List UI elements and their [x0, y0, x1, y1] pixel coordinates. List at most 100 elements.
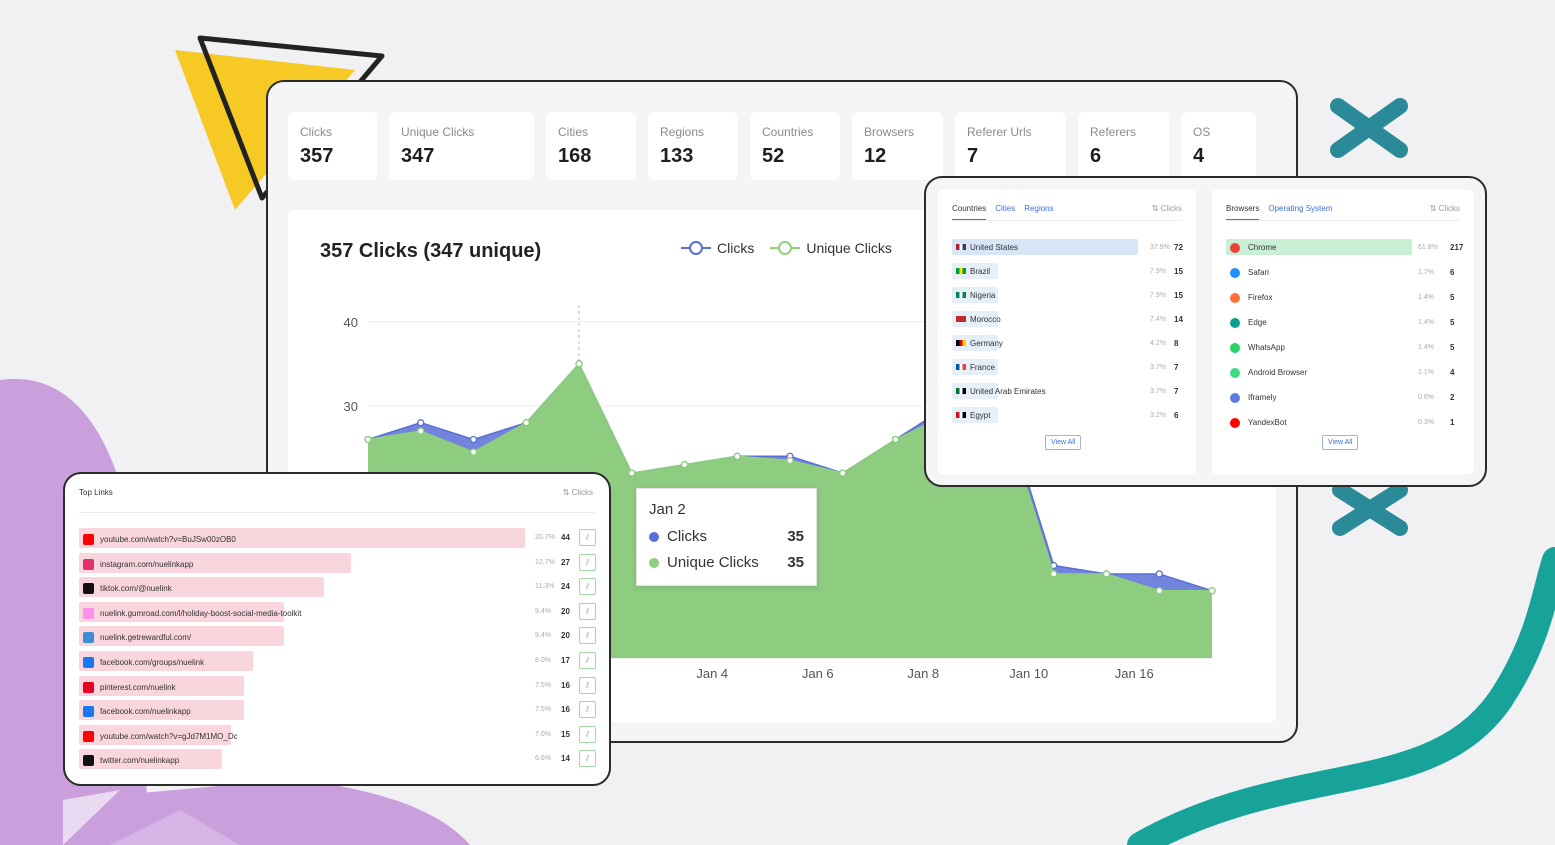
edge-icon — [1230, 317, 1240, 328]
top-link-row[interactable]: tiktok.com/@nuelink 11.3% 24 ⫽ — [79, 577, 599, 598]
link-stats-button[interactable]: ⫽ — [579, 652, 596, 669]
x-tick-label: Jan 8 — [907, 666, 939, 681]
whatsapp-icon — [1230, 342, 1240, 353]
flag-icon — [956, 364, 966, 370]
link-site-icon — [83, 583, 94, 595]
data-point — [1102, 570, 1111, 578]
stat-value: 6 — [1090, 145, 1102, 167]
country-name: United Arab Emirates — [970, 386, 1046, 396]
stats-row: Clicks 357 Unique Clicks 347 Cities 168 Region… — [288, 112, 1256, 180]
tab-regions[interactable]: Regions — [1024, 204, 1053, 213]
country-row[interactable]: Brazil 7.9% 15 — [952, 259, 1183, 283]
countries-sort[interactable]: ⇅ Clicks — [1152, 204, 1182, 213]
country-row[interactable]: United States 37.9% 72 — [952, 235, 1183, 259]
countries-view-all-button[interactable]: View All — [1045, 435, 1082, 450]
tooltip-unique-dot-icon — [649, 557, 659, 568]
stat-label: Browsers — [864, 125, 915, 139]
browser-row[interactable]: Chrome 61.8% 217 — [1226, 235, 1463, 260]
browsers-card: Browsers Operating System ⇅ Clicks Chrom… — [1212, 190, 1474, 474]
top-links-sort[interactable]: ⇅ Clicks — [563, 488, 593, 497]
country-row[interactable]: Nigeria 7.9% 15 — [952, 283, 1183, 307]
top-link-row[interactable]: facebook.com/groups/nuelink 8.0% 17 ⫽ — [79, 651, 599, 671]
chrome-icon — [1230, 242, 1240, 253]
browser-row[interactable]: Edge 1.4% 5 — [1226, 310, 1460, 335]
top-link-url: nuelink.getrewardful.com/ — [100, 633, 192, 643]
flag-icon — [956, 340, 966, 346]
countries-card-header: Countries Cities Regions ⇅ Clicks — [952, 204, 1182, 221]
link-stats-button[interactable]: ⫽ — [579, 553, 596, 571]
browser-name: Edge — [1248, 318, 1267, 327]
browser-row[interactable]: YandexBot 0.3% 1 — [1226, 410, 1460, 435]
browser-percent: 61.8% — [1418, 244, 1438, 251]
stat-card-browsers: Browsers 12 — [852, 112, 943, 180]
y-tick-label: 30 — [344, 399, 358, 414]
data-point — [575, 360, 583, 368]
link-stats-button[interactable]: ⫽ — [579, 701, 596, 719]
tab-countries[interactable]: Countries — [952, 204, 987, 220]
link-stats-button[interactable]: ⫽ — [579, 676, 596, 694]
browser-row[interactable]: WhatsApp 1.4% 5 — [1226, 335, 1460, 360]
browser-count: 4 — [1450, 368, 1455, 377]
country-row[interactable]: Germany 4.2% 8 — [952, 331, 1182, 355]
firefox-icon — [1230, 292, 1240, 303]
browser-row[interactable]: Firefox 1.4% 5 — [1226, 285, 1460, 310]
stat-label: Cities — [558, 125, 589, 139]
link-site-icon — [83, 755, 94, 767]
stat-label: Referers — [1090, 125, 1137, 139]
chart-tooltip: Jan 2 Clicks 35 Unique Clicks 35 — [636, 488, 817, 586]
country-percent: 7.9% — [1150, 291, 1166, 299]
country-count: 14 — [1174, 314, 1183, 324]
browser-row[interactable]: Iframely 0.6% 2 — [1226, 385, 1460, 410]
browser-row[interactable]: Safari 1.7% 6 — [1226, 260, 1460, 285]
stat-value: 4 — [1193, 145, 1205, 167]
browsers-view-all-button[interactable]: View All — [1322, 435, 1359, 450]
link-stats-button[interactable]: ⫽ — [579, 725, 596, 743]
link-stats-button[interactable]: ⫽ — [579, 602, 596, 620]
data-point — [786, 456, 794, 465]
data-point — [469, 448, 478, 456]
stat-label: Referer Urls — [967, 125, 1032, 139]
tab-browsers[interactable]: Browsers — [1226, 204, 1260, 220]
country-row[interactable]: Morocco 7.4% 14 — [952, 307, 1183, 331]
top-link-count: 14 — [561, 754, 570, 764]
top-link-url: youtube.com/watch?v=BuJSw00zOB0 — [100, 535, 236, 544]
sort-icon: ⇅ — [1429, 204, 1439, 213]
top-link-count: 44 — [561, 533, 570, 542]
tab-operating-system[interactable]: Operating System — [1268, 204, 1332, 213]
link-stats-button[interactable]: ⫽ — [579, 750, 596, 768]
flag-icon — [956, 292, 966, 298]
top-link-row[interactable]: pinterest.com/nuelink 7.5% 16 ⫽ — [79, 675, 599, 696]
top-link-row[interactable]: instagram.com/nuelinkapp 12.7% 27 ⫽ — [79, 552, 599, 573]
country-count: 15 — [1174, 290, 1183, 300]
data-point — [891, 435, 900, 444]
top-link-percent: 12.7% — [535, 558, 555, 566]
link-stats-button[interactable]: ⫽ — [579, 627, 596, 645]
browsers-sort-label: Clicks — [1438, 204, 1460, 213]
country-row[interactable]: France 3.7% 7 — [952, 355, 1182, 379]
top-links-window: Top Links ⇅ Clicks youtube.com/watch?v=B… — [63, 472, 611, 786]
top-link-row[interactable]: nuelink.gumroad.com/l/holiday-boost-soci… — [79, 601, 599, 622]
country-row[interactable]: United Arab Emirates 3.7% 7 — [952, 379, 1182, 403]
link-stats-button[interactable]: ⫽ — [579, 578, 596, 596]
top-link-percent: 20.7% — [535, 534, 555, 541]
link-stats-button[interactable]: ⫽ — [579, 529, 596, 546]
stat-label: Countries — [762, 125, 814, 139]
sort-icon: ⇅ — [562, 488, 572, 497]
browsers-sort[interactable]: ⇅ Clicks — [1430, 204, 1460, 213]
top-link-row[interactable]: nuelink.getrewardful.com/9.4% 20 ⫽ — [79, 626, 599, 647]
country-row[interactable]: Egypt 3.2% 6 — [952, 403, 1182, 427]
flag-icon — [956, 268, 966, 274]
top-link-url: facebook.com/nuelinkapp — [100, 707, 191, 717]
top-link-url: nuelink.gumroad.com/l/holiday-boost-soci… — [100, 608, 302, 618]
top-link-row[interactable]: facebook.com/nuelinkapp 7.5% 16 ⫽ — [79, 700, 599, 721]
browser-name: Firefox — [1248, 293, 1273, 302]
browser-row[interactable]: Android Browser 1.1% 4 — [1226, 360, 1460, 385]
top-link-row[interactable]: youtube.com/watch?v=gJd7M1MO_Dc 7.0% 15 ⫽ — [79, 724, 599, 745]
top-link-row[interactable]: twitter.com/nuelinkapp 6.6% 14 ⫽ — [79, 749, 599, 770]
tab-cities[interactable]: Cities — [995, 204, 1015, 213]
country-percent: 3.7% — [1150, 363, 1166, 371]
top-link-url: twitter.com/nuelinkapp — [100, 756, 180, 766]
top-link-row[interactable]: youtube.com/watch?v=BuJSw00zOB0 20.7% 44 ⫽ — [79, 528, 599, 548]
link-site-icon — [83, 558, 94, 570]
data-point — [1155, 587, 1163, 595]
